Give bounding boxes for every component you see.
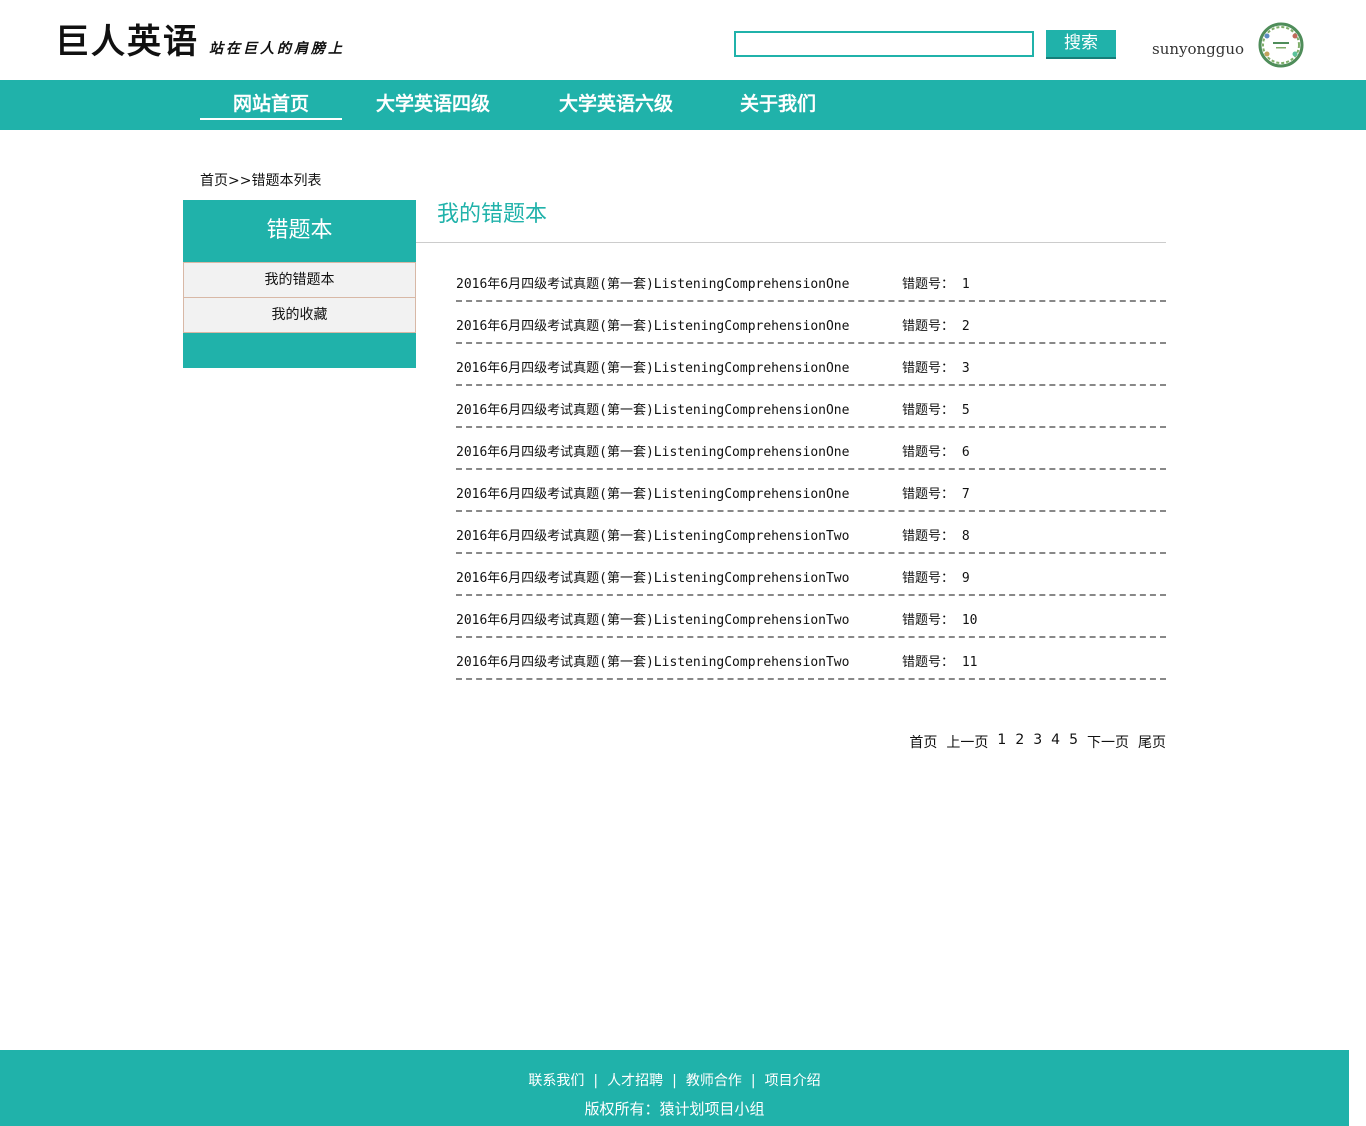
sidebar-title: 错题本 (266, 218, 333, 243)
question-title[interactable]: 2016年6月四级考试真题(第一套)ListeningComprehension… (456, 651, 849, 670)
pagination-page-3[interactable]: 3 (1033, 732, 1042, 752)
question-title[interactable]: 2016年6月四级考试真题(第一套)ListeningComprehension… (456, 441, 849, 460)
question-title[interactable]: 2016年6月四级考试真题(第一套)ListeningComprehension… (456, 567, 849, 586)
footer-links: 联系我们 | 人才招聘 | 教师合作 | 项目介绍 (0, 1070, 1349, 1090)
question-title[interactable]: 2016年6月四级考试真题(第一套)ListeningComprehension… (456, 273, 849, 292)
nav-item-cet6[interactable]: 大学英语六级 (545, 80, 687, 130)
list-item[interactable]: 2016年6月四级考试真题(第一套)ListeningComprehension… (456, 514, 1166, 554)
error-number: 错题号： 8 (902, 529, 970, 544)
sidebar-item-favorites[interactable]: 我的收藏 (183, 297, 416, 333)
pagination-page-1[interactable]: 1 (997, 732, 1006, 752)
question-title[interactable]: 2016年6月四级考试真题(第一套)ListeningComprehension… (456, 609, 849, 628)
list-item[interactable]: 2016年6月四级考试真题(第一套)ListeningComprehension… (456, 640, 1166, 680)
footer-link-teachers[interactable]: 教师合作 (686, 1073, 742, 1089)
footer-separator: | (750, 1073, 756, 1089)
main-nav: 网站首页 大学英语四级 大学英语六级 关于我们 (0, 80, 1366, 130)
nav-item-about[interactable]: 关于我们 (707, 80, 849, 130)
error-number: 错题号： 7 (902, 487, 970, 502)
page-title: 我的错题本 (437, 202, 548, 227)
error-number: 错题号： 2 (902, 319, 970, 334)
search-input[interactable] (734, 31, 1034, 57)
list-item[interactable]: 2016年6月四级考试真题(第一套)ListeningComprehension… (456, 598, 1166, 638)
avatar-wreath-icon[interactable] (1258, 22, 1304, 68)
error-number: 错题号： 3 (902, 361, 970, 376)
footer-separator: | (672, 1073, 677, 1089)
copyright-text: 版权所有：猿计划项目小组 (584, 1100, 765, 1118)
logo-slogan: 站在巨人的肩膀上 (209, 41, 345, 57)
error-number: 错题号： 11 (902, 655, 978, 670)
footer-link-project[interactable]: 项目介绍 (765, 1073, 821, 1089)
error-list: 2016年6月四级考试真题(第一套)ListeningComprehension… (456, 262, 1166, 682)
list-item[interactable]: 2016年6月四级考试真题(第一套)ListeningComprehension… (456, 472, 1166, 512)
error-number: 错题号： 6 (902, 445, 970, 460)
list-item[interactable]: 2016年6月四级考试真题(第一套)ListeningComprehension… (456, 556, 1166, 596)
site-logo[interactable]: 巨人英语 站在巨人的肩膀上 (55, 18, 345, 62)
logo-main-text: 巨人英语 (55, 22, 199, 62)
sidebar: 错题本 我的错题本 我的收藏 (183, 200, 416, 368)
site-footer: 联系我们 | 人才招聘 | 教师合作 | 项目介绍 版权所有：猿计划项目小组 (0, 1050, 1349, 1126)
error-number: 错题号： 1 (902, 277, 970, 292)
title-divider (416, 242, 1166, 243)
pagination-next-link[interactable]: 下一页 (1087, 732, 1129, 752)
question-title[interactable]: 2016年6月四级考试真题(第一套)ListeningComprehension… (456, 525, 849, 544)
pagination-first-link[interactable]: 首页 (909, 732, 937, 752)
nav-item-cet4[interactable]: 大学英语四级 (362, 80, 504, 130)
pagination-page-5[interactable]: 5 (1069, 732, 1078, 752)
pagination: 首页 上一页 1 2 3 4 5 下一页 尾页 (909, 732, 1166, 752)
question-title[interactable]: 2016年6月四级考试真题(第一套)ListeningComprehension… (456, 399, 849, 418)
list-item[interactable]: 2016年6月四级考试真题(第一套)ListeningComprehension… (456, 304, 1166, 344)
nav-item-home[interactable]: 网站首页 (200, 80, 342, 130)
footer-link-contact[interactable]: 联系我们 (528, 1073, 584, 1089)
footer-link-jobs[interactable]: 人才招聘 (607, 1073, 663, 1089)
pagination-prev-link[interactable]: 上一页 (946, 732, 988, 752)
error-number: 错题号： 5 (902, 403, 970, 418)
sidebar-item-my-errors[interactable]: 我的错题本 (183, 262, 416, 298)
list-item[interactable]: 2016年6月四级考试真题(第一套)ListeningComprehension… (456, 262, 1166, 302)
list-item[interactable]: 2016年6月四级考试真题(第一套)ListeningComprehension… (456, 388, 1166, 428)
list-item[interactable]: 2016年6月四级考试真题(第一套)ListeningComprehension… (456, 430, 1166, 470)
site-header: 巨人英语 站在巨人的肩膀上 搜索 sunyongguo (0, 0, 1366, 80)
pagination-page-4[interactable]: 4 (1051, 732, 1060, 752)
error-number: 错题号： 9 (902, 571, 970, 586)
question-title[interactable]: 2016年6月四级考试真题(第一套)ListeningComprehension… (456, 315, 849, 334)
question-title[interactable]: 2016年6月四级考试真题(第一套)ListeningComprehension… (456, 357, 849, 376)
pagination-last-link[interactable]: 尾页 (1138, 732, 1166, 752)
list-item[interactable]: 2016年6月四级考试真题(第一套)ListeningComprehension… (456, 346, 1166, 386)
error-number: 错题号： 10 (902, 613, 978, 628)
footer-separator: | (593, 1073, 599, 1089)
question-title[interactable]: 2016年6月四级考试真题(第一套)ListeningComprehension… (456, 483, 849, 502)
username[interactable]: sunyongguo (1152, 40, 1244, 58)
pagination-page-2[interactable]: 2 (1015, 732, 1024, 752)
breadcrumb[interactable]: 首页>>错题本列表 (200, 170, 321, 190)
search-button[interactable]: 搜索 (1046, 30, 1116, 59)
